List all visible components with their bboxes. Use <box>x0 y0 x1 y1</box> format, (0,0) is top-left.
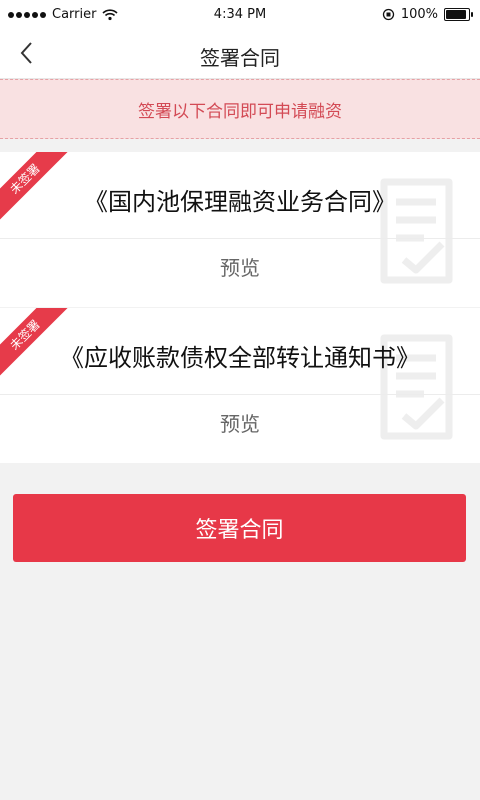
orientation-lock-icon <box>382 8 394 21</box>
contract-title: 《应收账款债权全部转让通知书》 <box>60 344 420 372</box>
battery-icon <box>444 8 473 21</box>
sign-contract-button[interactable]: 签署合同 <box>13 494 466 562</box>
contract-title: 《国内池保理融资业务合同》 <box>84 188 396 216</box>
status-bar: Carrier 4:34 PM 100% <box>0 0 480 30</box>
page-title: 签署合同 <box>200 46 280 70</box>
notice-text: 签署以下合同即可申请融资 <box>138 101 342 122</box>
preview-link[interactable]: 预览 <box>0 252 480 281</box>
nav-bar: 签署合同 <box>0 30 480 79</box>
battery-percent: 100% <box>400 7 438 22</box>
contract-card: 未签署 《国内池保理融资业务合同》 预览 <box>0 152 480 307</box>
divider <box>0 238 480 239</box>
status-right: 100% <box>382 7 473 22</box>
notice-banner: 签署以下合同即可申请融资 <box>0 79 480 139</box>
preview-link[interactable]: 预览 <box>0 408 480 437</box>
divider <box>0 394 480 395</box>
contract-card: 未签署 《应收账款债权全部转让通知书》 预览 <box>0 308 480 463</box>
